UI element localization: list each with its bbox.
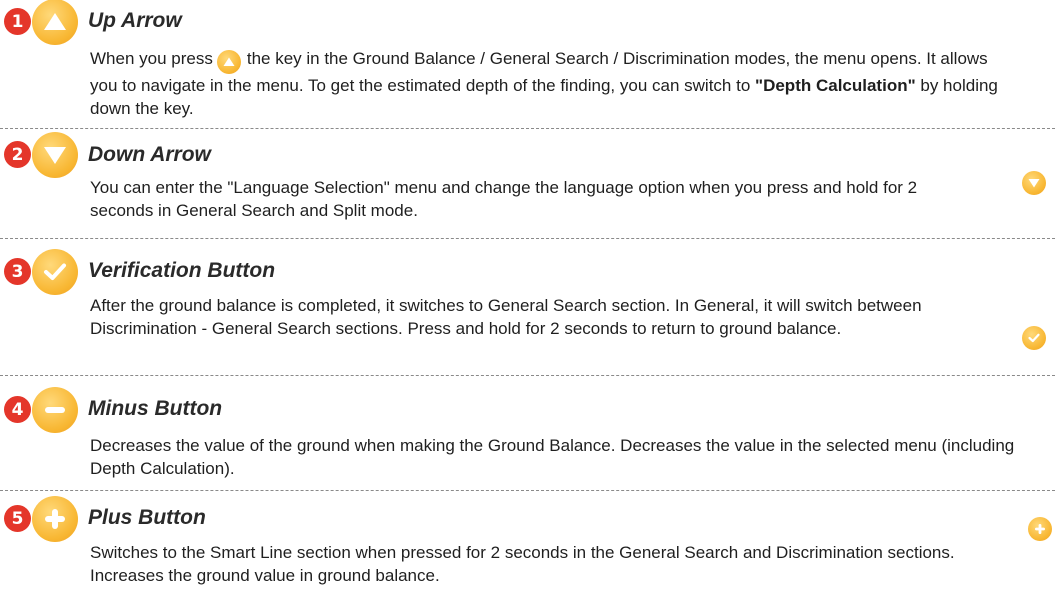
section-number-badge: 4 [4,396,31,423]
section-number-badge: 1 [4,8,31,35]
section-number-badge: 2 [4,141,31,168]
down-arrow-icon [32,132,78,178]
plus-icon [32,496,78,542]
section-title: Plus Button [88,506,206,529]
check-icon [32,249,78,295]
section-body: When you press the key in the Ground Bala… [90,49,998,118]
section-title: Verification Button [88,259,276,282]
section-divider [0,128,1055,129]
up-arrow-icon [32,0,78,45]
depth-calculation-emphasis: "Depth Calculation" [755,76,916,95]
section-body: Switches to the Smart Line section when … [90,543,955,585]
section-body: You can enter the "Language Selection" m… [90,178,918,220]
section-divider [0,238,1055,239]
check-icon [1022,326,1046,350]
down-arrow-icon [1022,171,1046,195]
plus-icon [1028,517,1052,541]
section-body: After the ground balance is completed, i… [90,296,922,338]
section-number-badge: 5 [4,505,31,532]
section-number-badge: 3 [4,258,31,285]
section-divider [0,375,1055,376]
up-arrow-icon [216,50,241,74]
minus-icon [32,387,78,433]
section-title: Up Arrow [88,9,182,32]
section-up-arrow: 1 Up Arrow When you press the key in the … [0,0,1055,128]
section-plus: 5 Plus Button Switches to the Smart Line… [0,493,1055,592]
section-body: Decreases the value of the ground when m… [90,436,1015,478]
section-down-arrow: 2 Down Arrow You can enter the "Language… [0,131,1055,238]
section-title: Minus Button [88,397,223,420]
section-title: Down Arrow [88,143,211,166]
section-verification: 3 Verification Button After the ground b… [0,241,1055,375]
section-minus: 4 Minus Button Decreases the value of th… [0,378,1055,488]
section-divider [0,490,1055,491]
